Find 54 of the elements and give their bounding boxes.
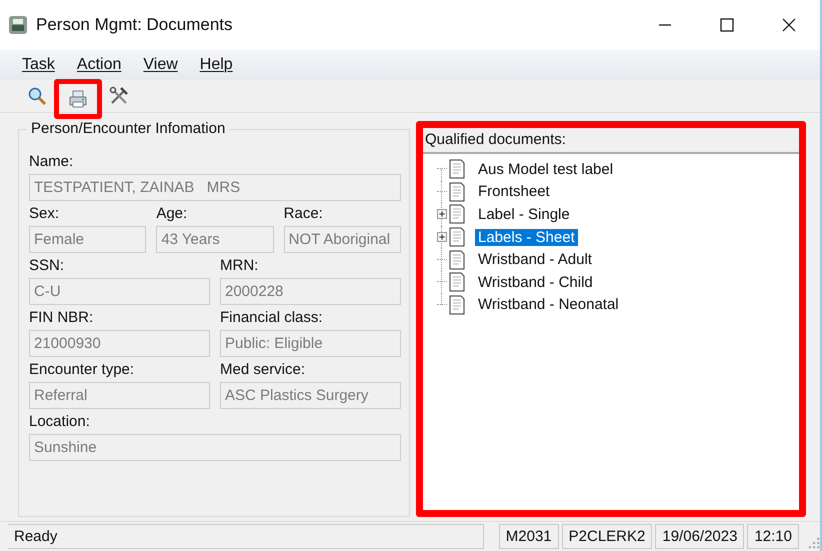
field-label: Med service: xyxy=(220,360,306,380)
status-panel: P2CLERK2 xyxy=(562,524,652,549)
menu-item[interactable]: Action xyxy=(76,56,122,74)
document-icon xyxy=(449,204,465,224)
tree-item[interactable]: Label - Single xyxy=(475,206,573,223)
tree-item[interactable]: Wristband - Child xyxy=(475,274,596,291)
input-field[interactable]: 2000228 xyxy=(220,278,401,305)
field-label: Race: xyxy=(284,204,324,224)
tree-item[interactable]: Aus Model test label xyxy=(475,160,616,178)
app-icon xyxy=(8,15,28,35)
status-panel: Ready xyxy=(8,524,484,549)
field-label: FIN NBR: xyxy=(29,308,94,328)
field-label: Location: xyxy=(29,412,91,432)
input-field[interactable]: Sunshine xyxy=(29,434,401,461)
field-label: Financial class: xyxy=(220,308,324,328)
printer-icon[interactable] xyxy=(68,89,88,109)
tree-item[interactable]: Wristband - Neonatal xyxy=(475,296,622,314)
resize-grip-icon[interactable] xyxy=(806,535,820,549)
window-title: Person Mgmt: Documents xyxy=(36,15,234,35)
tree-item[interactable]: Labels - Sheet xyxy=(475,228,578,246)
input-field[interactable]: 43 Years xyxy=(156,226,274,253)
search-icon[interactable] xyxy=(27,86,47,106)
field-label: Age: xyxy=(156,204,188,224)
input-field[interactable]: ASC Plastics Surgery xyxy=(220,382,401,409)
field-label: Sex: xyxy=(29,204,60,224)
expand-icon[interactable] xyxy=(437,209,447,220)
expand-icon[interactable] xyxy=(437,232,447,242)
input-field[interactable]: Female xyxy=(29,226,146,253)
tree-item[interactable]: Wristband - Adult xyxy=(475,251,595,268)
input-field[interactable]: Referral xyxy=(29,382,210,409)
menu-item[interactable]: Help xyxy=(200,56,233,74)
status-panel: 19/06/2023 xyxy=(655,524,744,549)
input-field[interactable]: TESTPATIENT, ZAINAB MRS xyxy=(29,174,401,201)
tree-item[interactable]: Frontsheet xyxy=(475,183,553,200)
document-icon xyxy=(449,159,465,180)
field-label: SSN: xyxy=(29,256,66,276)
input-field[interactable]: NOT Aboriginal xyxy=(284,226,401,253)
field-label: Name: xyxy=(29,152,74,172)
document-icon xyxy=(449,272,465,292)
status-panel: 12:10 xyxy=(747,524,799,549)
menu-item[interactable]: Task xyxy=(22,56,55,74)
document-icon xyxy=(449,182,465,202)
document-icon xyxy=(449,227,465,248)
status-panel: M2031 xyxy=(498,524,559,549)
panel-title: Qualified documents: xyxy=(425,131,566,148)
document-icon xyxy=(449,250,465,270)
input-field[interactable]: 21000930 xyxy=(29,330,210,357)
field-label: MRN: xyxy=(220,256,260,276)
document-icon xyxy=(449,294,465,315)
input-field[interactable]: Public: Eligible xyxy=(220,330,401,357)
menu-item[interactable]: View xyxy=(143,56,178,74)
tools-icon[interactable] xyxy=(109,86,129,106)
field-label: Encounter type: xyxy=(29,360,136,380)
input-field[interactable]: C-U xyxy=(29,278,210,305)
